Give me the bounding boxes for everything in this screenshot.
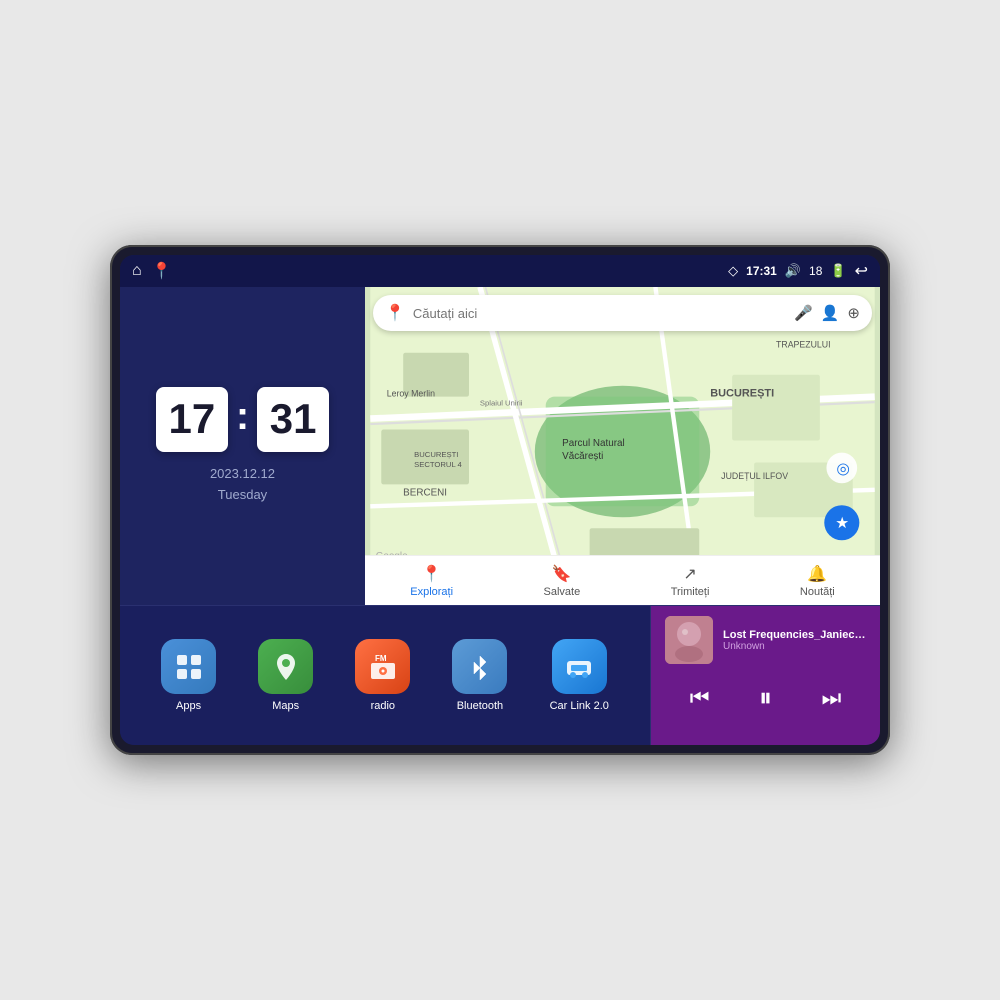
svg-text:★: ★: [835, 515, 849, 532]
svg-text:◎: ◎: [836, 460, 849, 477]
svg-text:BERCENI: BERCENI: [403, 487, 447, 498]
signal-icon: ◇: [728, 263, 738, 279]
music-next-button[interactable]: ⏭: [813, 681, 849, 715]
app-icon-bluetooth: [452, 639, 507, 694]
app-icon-carlink: [552, 639, 607, 694]
app-item-bluetooth[interactable]: Bluetooth: [452, 639, 507, 712]
volume-level: 18: [809, 264, 822, 278]
map-nav-explore[interactable]: 📍 Explorați: [410, 564, 453, 598]
saved-label: Salvate: [544, 586, 581, 598]
car-head-unit: ⌂ 📍 ◇ 17:31 🔊 18 🔋 ↩ 17 :: [110, 245, 890, 755]
google-maps-icon: 📍: [385, 303, 405, 323]
news-label: Noutăți: [800, 586, 835, 598]
clock-colon: :: [236, 394, 249, 439]
svg-text:Văcărești: Văcărești: [562, 451, 603, 462]
svg-text:Splaiul Unirii: Splaiul Unirii: [480, 398, 523, 407]
app-item-apps[interactable]: Apps: [161, 639, 216, 712]
explore-label: Explorați: [410, 586, 453, 598]
saved-icon: 🔖: [552, 564, 572, 584]
status-left-icons: ⌂ 📍: [132, 261, 172, 281]
map-panel[interactable]: 📍 🎤 👤 ⊕: [365, 287, 880, 605]
svg-text:Parcul Natural: Parcul Natural: [562, 438, 624, 449]
app-label-apps: Apps: [176, 700, 201, 712]
svg-text:TRAPEZULUI: TRAPEZULUI: [776, 339, 831, 349]
status-time: 17:31: [746, 264, 777, 278]
map-search-bar[interactable]: 📍 🎤 👤 ⊕: [373, 295, 872, 331]
music-play-button[interactable]: ⏸: [751, 678, 780, 718]
explore-icon: 📍: [422, 564, 442, 584]
music-album-art: [665, 616, 713, 664]
home-icon[interactable]: ⌂: [132, 262, 142, 280]
top-section: 17 : 31 2023.12.12 Tuesday 📍 🎤: [120, 287, 880, 605]
account-icon[interactable]: 👤: [821, 304, 840, 322]
send-label: Trimiteți: [671, 586, 710, 598]
app-label-bluetooth: Bluetooth: [457, 700, 503, 712]
app-label-maps: Maps: [272, 700, 299, 712]
app-icon-maps: [258, 639, 313, 694]
app-icon-radio: FM: [355, 639, 410, 694]
clock-hours: 17: [156, 387, 228, 452]
map-nav-send[interactable]: ↗ Trimiteți: [671, 564, 710, 598]
maps-pin-icon[interactable]: 📍: [152, 261, 172, 281]
news-icon: 🔔: [807, 564, 827, 584]
clock-display: 17 : 31: [156, 387, 329, 452]
app-item-carlink[interactable]: Car Link 2.0: [550, 639, 609, 712]
music-title: Lost Frequencies_Janieck Devy-...: [723, 629, 866, 641]
svg-text:BUCUREȘTI: BUCUREȘTI: [710, 388, 774, 400]
app-label-radio: radio: [371, 700, 395, 712]
bottom-section: Apps Maps: [120, 605, 880, 745]
clock-date: 2023.12.12 Tuesday: [210, 464, 275, 506]
battery-icon: 🔋: [830, 263, 846, 279]
svg-text:Leroy Merlin: Leroy Merlin: [387, 389, 435, 399]
map-nav-saved[interactable]: 🔖 Salvate: [544, 564, 581, 598]
back-icon[interactable]: ↩: [855, 261, 868, 281]
map-nav-news[interactable]: 🔔 Noutăți: [800, 564, 835, 598]
clock-panel: 17 : 31 2023.12.12 Tuesday: [120, 287, 365, 605]
volume-icon: 🔊: [785, 263, 801, 279]
device-screen: ⌂ 📍 ◇ 17:31 🔊 18 🔋 ↩ 17 :: [120, 255, 880, 745]
music-info: Lost Frequencies_Janieck Devy-... Unknow…: [665, 616, 866, 664]
music-text: Lost Frequencies_Janieck Devy-... Unknow…: [723, 629, 866, 652]
map-bottom-nav: 📍 Explorați 🔖 Salvate ↗ Trimiteți 🔔: [365, 555, 880, 605]
music-artist: Unknown: [723, 641, 866, 652]
svg-text:FM: FM: [375, 654, 387, 663]
music-prev-button[interactable]: ⏮: [682, 681, 718, 715]
music-panel: Lost Frequencies_Janieck Devy-... Unknow…: [650, 606, 880, 745]
layers-icon[interactable]: ⊕: [847, 304, 860, 322]
music-controls: ⏮ ⏸ ⏭: [665, 674, 866, 722]
app-item-radio[interactable]: FM radio: [355, 639, 410, 712]
app-label-carlink: Car Link 2.0: [550, 700, 609, 712]
mic-icon[interactable]: 🎤: [794, 304, 813, 322]
svg-text:JUDEȚUL ILFOV: JUDEȚUL ILFOV: [721, 471, 788, 481]
svg-text:BUCUREȘTI: BUCUREȘTI: [414, 450, 458, 459]
apps-panel: Apps Maps: [120, 606, 650, 745]
app-item-maps[interactable]: Maps: [258, 639, 313, 712]
send-icon: ↗: [683, 564, 696, 584]
svg-text:SECTORUL 4: SECTORUL 4: [414, 460, 462, 469]
map-search-input[interactable]: [413, 306, 786, 321]
main-area: 17 : 31 2023.12.12 Tuesday 📍 🎤: [120, 287, 880, 745]
status-right-area: ◇ 17:31 🔊 18 🔋 ↩: [728, 261, 868, 281]
app-icon-apps: [161, 639, 216, 694]
clock-minutes: 31: [257, 387, 329, 452]
status-bar: ⌂ 📍 ◇ 17:31 🔊 18 🔋 ↩: [120, 255, 880, 287]
